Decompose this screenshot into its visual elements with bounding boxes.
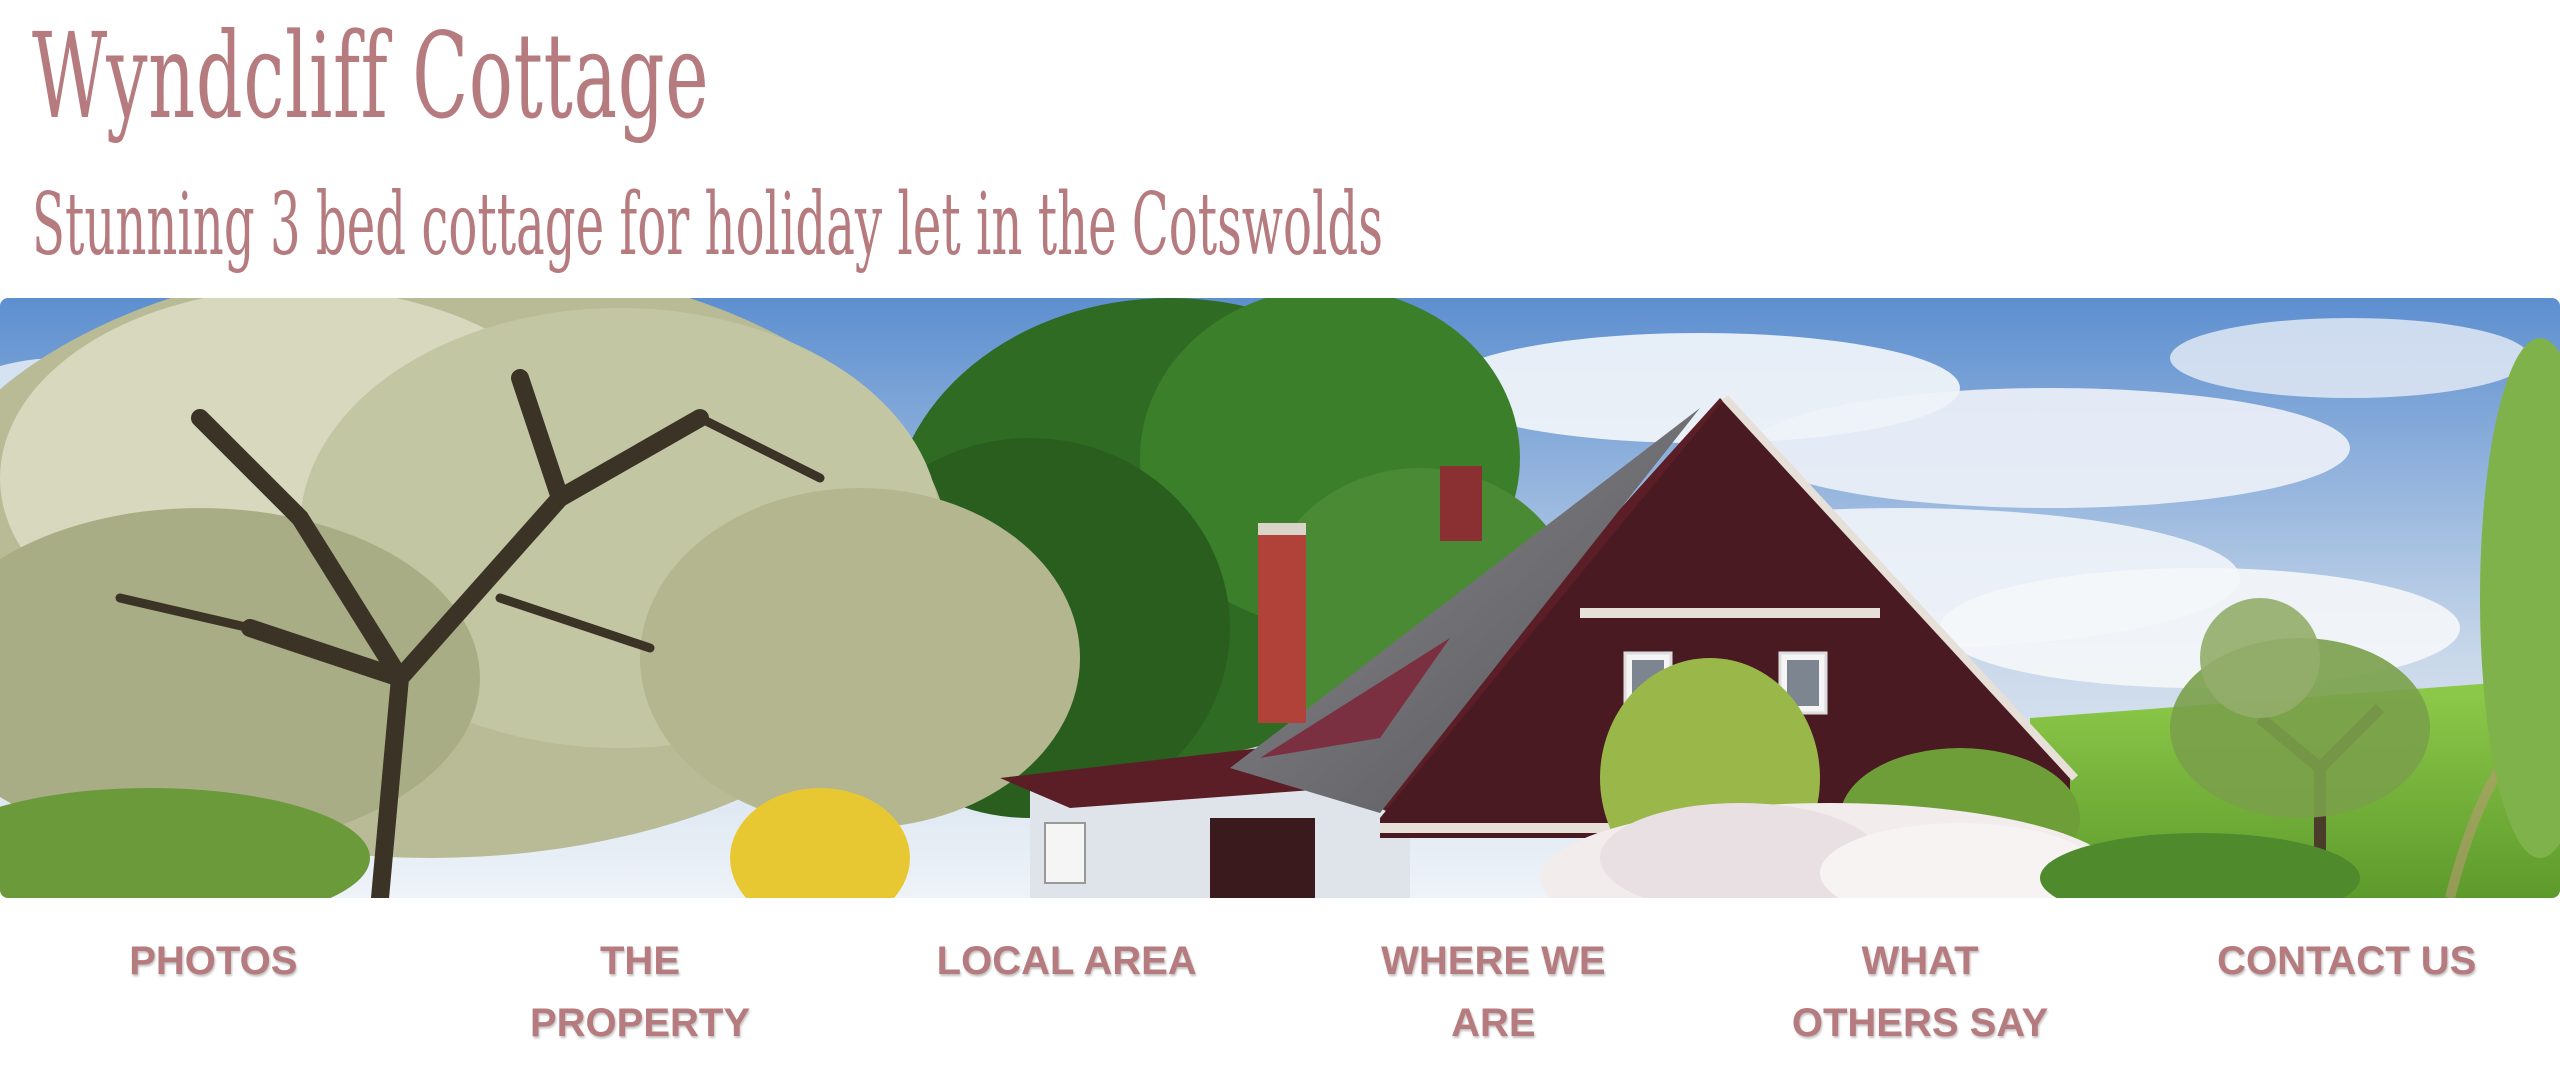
nav-what-others-say[interactable]: WHAT OTHERS SAY	[1707, 930, 2134, 1080]
cottage-photo-icon	[0, 298, 2560, 898]
main-nav: PHOTOS THE PROPERTY LOCAL AREA WHERE WE …	[0, 930, 2560, 1080]
nav-where-we-are[interactable]: WHERE WE ARE	[1280, 930, 1707, 1080]
nav-contact-us[interactable]: CONTACT US	[2133, 930, 2560, 1080]
hero-image	[0, 298, 2560, 898]
nav-local-area[interactable]: LOCAL AREA	[853, 930, 1280, 1080]
nav-the-property[interactable]: THE PROPERTY	[427, 930, 854, 1080]
site-tagline: Stunning 3 bed cottage for holiday let i…	[32, 175, 1383, 275]
site-title: Wyndcliff Cottage	[32, 7, 710, 145]
nav-photos[interactable]: PHOTOS	[0, 930, 427, 1080]
